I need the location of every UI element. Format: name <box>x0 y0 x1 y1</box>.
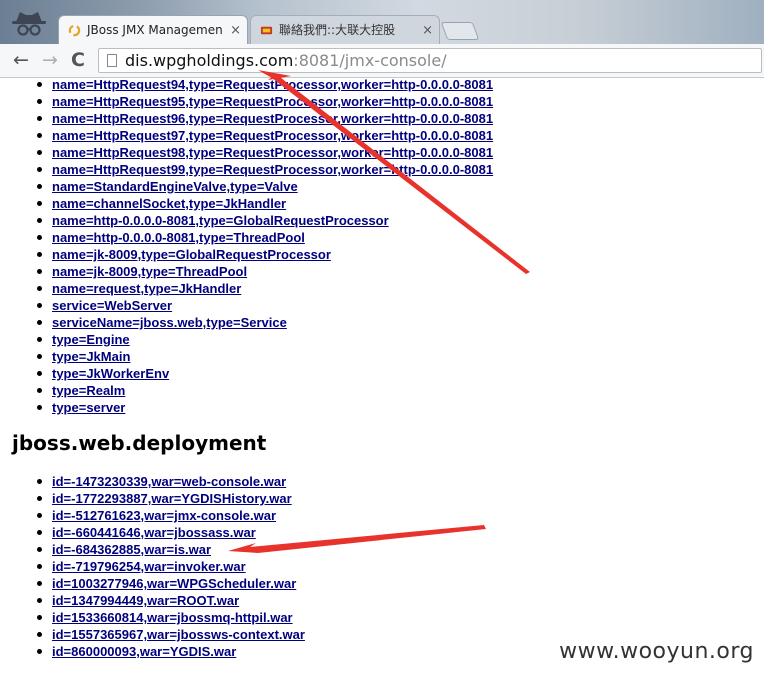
mbean-item-link[interactable]: type=JkMain <box>52 349 130 364</box>
forward-arrow-icon[interactable]: → <box>38 48 62 72</box>
deployment-list: id=-1473230339,war=web-console.war id=-17… <box>36 473 305 660</box>
mbean-item-link[interactable]: name=http-0.0.0.0-8081,type=ThreadPool <box>52 230 305 245</box>
address-bar[interactable]: dis.wpgholdings.com:8081/jmx-console/ <box>98 48 762 73</box>
mbean-item-link[interactable]: service=WebServer <box>52 298 172 313</box>
mbean-item: name=HttpRequest99,type=RequestProcessor… <box>36 161 493 178</box>
mbean-item-link[interactable]: name=HttpRequest97,type=RequestProcessor… <box>52 128 493 143</box>
loading-spinner-icon <box>68 24 81 37</box>
deployment-item: id=-719796254,war=invoker.war <box>36 558 305 575</box>
mbean-item: name=HttpRequest94,type=RequestProcessor… <box>36 78 493 93</box>
mbean-item-link[interactable]: name=HttpRequest99,type=RequestProcessor… <box>52 162 493 177</box>
jmx-console-page: name=HttpRequest94,type=RequestProcessor… <box>0 78 764 678</box>
mbean-item-link[interactable]: name=HttpRequest94,type=RequestProcessor… <box>52 78 493 92</box>
browser-toolbar: ← → C dis.wpgholdings.com:8081/jmx-conso… <box>0 44 764 78</box>
deployment-item: id=1003277946,war=WPGScheduler.war <box>36 575 305 592</box>
mbean-item: serviceName=jboss.web,type=Service <box>36 314 493 331</box>
deployment-item: id=1557365967,war=jbossws-context.war <box>36 626 305 643</box>
deployment-item-link[interactable]: id=-719796254,war=invoker.war <box>52 559 246 574</box>
watermark: www.wooyun.org <box>559 639 754 664</box>
mbean-item: name=jk-8009,type=ThreadPool <box>36 263 493 280</box>
url-text[interactable]: dis.wpgholdings.com:8081/jmx-console/ <box>125 49 447 72</box>
deployment-item-link[interactable]: id=1533660814,war=jbossmq-httpil.war <box>52 610 293 625</box>
deployment-item-link[interactable]: id=860000093,war=YGDIS.war <box>52 644 236 659</box>
mbean-item: type=server <box>36 399 493 416</box>
mbean-item-link[interactable]: type=Realm <box>52 383 125 398</box>
mbean-item-link[interactable]: type=JkWorkerEnv <box>52 366 169 381</box>
domain-heading: jboss.web.deployment <box>12 431 267 455</box>
tab-close-icon[interactable]: × <box>422 16 433 44</box>
mbean-item-link[interactable]: name=jk-8009,type=ThreadPool <box>52 264 247 279</box>
mbean-item: type=Engine <box>36 331 493 348</box>
deployment-item-link[interactable]: id=1557365967,war=jbossws-context.war <box>52 627 305 642</box>
mbean-item-link[interactable]: name=request,type=JkHandler <box>52 281 241 296</box>
mbean-item: name=HttpRequest98,type=RequestProcessor… <box>36 144 493 161</box>
back-arrow-icon[interactable]: ← <box>9 48 33 72</box>
mbean-item: service=WebServer <box>36 297 493 314</box>
deployment-item: id=-684362885,war=is.war <box>36 541 305 558</box>
tab-title: 聯絡我們::大联大控股 <box>279 23 396 37</box>
tab-contact-us[interactable]: 聯絡我們::大联大控股 × <box>250 15 440 44</box>
deployment-item-link[interactable]: id=-1772293887,war=YGDISHistory.war <box>52 491 292 506</box>
mbean-item: name=http-0.0.0.0-8081,type=ThreadPool <box>36 229 493 246</box>
new-tab-button[interactable] <box>440 22 480 40</box>
deployment-item: id=860000093,war=YGDIS.war <box>36 643 305 660</box>
deployment-item: id=-660441646,war=jbossass.war <box>36 524 305 541</box>
tab-title: JBoss JMX Managemen <box>87 23 223 37</box>
mbean-item-link[interactable]: type=server <box>52 400 125 415</box>
page-icon <box>107 54 117 67</box>
mbean-item-link[interactable]: name=HttpRequest95,type=RequestProcessor… <box>52 94 493 109</box>
site-favicon-icon <box>260 26 273 35</box>
deployment-item-link[interactable]: id=1003277946,war=WPGScheduler.war <box>52 576 296 591</box>
mbean-item: type=JkWorkerEnv <box>36 365 493 382</box>
mbean-item-link[interactable]: name=channelSocket,type=JkHandler <box>52 196 286 211</box>
mbean-item-link[interactable]: name=HttpRequest96,type=RequestProcessor… <box>52 111 493 126</box>
mbean-item-link[interactable]: name=StandardEngineValve,type=Valve <box>52 179 298 194</box>
mbean-item-link[interactable]: name=http-0.0.0.0-8081,type=GlobalReques… <box>52 213 389 228</box>
deployment-item-link[interactable]: id=-1473230339,war=web-console.war <box>52 474 286 489</box>
mbean-item-link[interactable]: serviceName=jboss.web,type=Service <box>52 315 287 330</box>
deployment-item: id=-1772293887,war=YGDISHistory.war <box>36 490 305 507</box>
browser-tab-strip: JBoss JMX Managemen × 聯絡我們::大联大控股 × <box>0 0 764 44</box>
deployment-item-link[interactable]: id=-512761623,war=jmx-console.war <box>52 508 276 523</box>
mbean-item: name=request,type=JkHandler <box>36 280 493 297</box>
mbean-item: type=JkMain <box>36 348 493 365</box>
mbean-item: name=HttpRequest97,type=RequestProcessor… <box>36 127 493 144</box>
mbean-item: name=http-0.0.0.0-8081,type=GlobalReques… <box>36 212 493 229</box>
mbean-list: name=HttpRequest94,type=RequestProcessor… <box>36 78 493 416</box>
deployment-item-link[interactable]: id=1347994449,war=ROOT.war <box>52 593 239 608</box>
incognito-icon <box>12 12 46 36</box>
tab-close-icon[interactable]: × <box>230 16 241 44</box>
deployment-item: id=1533660814,war=jbossmq-httpil.war <box>36 609 305 626</box>
mbean-item-link[interactable]: name=jk-8009,type=GlobalRequestProcessor <box>52 247 331 262</box>
mbean-item: name=HttpRequest95,type=RequestProcessor… <box>36 93 493 110</box>
deployment-item: id=-1473230339,war=web-console.war <box>36 473 305 490</box>
deployment-item: id=1347994449,war=ROOT.war <box>36 592 305 609</box>
mbean-item: name=StandardEngineValve,type=Valve <box>36 178 493 195</box>
reload-icon[interactable]: C <box>66 48 90 72</box>
mbean-item-link[interactable]: type=Engine <box>52 332 130 347</box>
deployment-item-link[interactable]: id=-684362885,war=is.war <box>52 542 211 557</box>
deployment-item: id=-512761623,war=jmx-console.war <box>36 507 305 524</box>
deployment-item-link[interactable]: id=-660441646,war=jbossass.war <box>52 525 256 540</box>
tab-jboss-jmx[interactable]: JBoss JMX Managemen × <box>58 15 248 44</box>
mbean-item: name=HttpRequest96,type=RequestProcessor… <box>36 110 493 127</box>
mbean-item: type=Realm <box>36 382 493 399</box>
mbean-item-link[interactable]: name=HttpRequest98,type=RequestProcessor… <box>52 145 493 160</box>
mbean-item: name=channelSocket,type=JkHandler <box>36 195 493 212</box>
mbean-item: name=jk-8009,type=GlobalRequestProcessor <box>36 246 493 263</box>
